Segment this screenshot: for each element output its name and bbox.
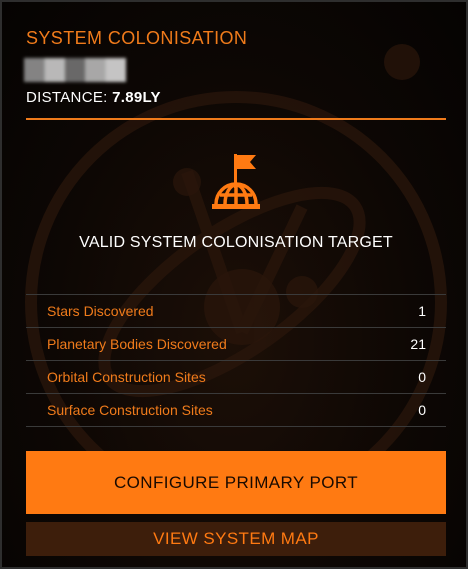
stat-label: Surface Construction Sites	[47, 402, 213, 418]
stat-value: 1	[418, 303, 426, 319]
stat-label: Stars Discovered	[47, 303, 154, 319]
stat-value: 0	[418, 369, 426, 385]
distance-value: 7.89LY	[112, 89, 161, 106]
stat-value: 21	[410, 336, 426, 352]
stats-table: Stars Discovered 1 Planetary Bodies Disc…	[26, 294, 446, 427]
configure-primary-port-button[interactable]: CONFIGURE PRIMARY PORT	[26, 451, 446, 514]
stat-row-orbital-sites: Orbital Construction Sites 0	[26, 361, 446, 394]
stat-row-planetary-bodies: Planetary Bodies Discovered 21	[26, 328, 446, 361]
stat-value: 0	[418, 402, 426, 418]
redacted-system-name	[24, 58, 126, 82]
stat-row-surface-sites: Surface Construction Sites 0	[26, 394, 446, 427]
header-divider	[26, 118, 446, 120]
view-system-map-button[interactable]: VIEW SYSTEM MAP	[26, 522, 446, 556]
distance-readout: DISTANCE: 7.89LY	[26, 89, 161, 106]
colonisation-panel: SYSTEM COLONISATION DISTANCE: 7.89LY VAL…	[0, 0, 468, 569]
stat-label: Orbital Construction Sites	[47, 369, 206, 385]
panel-title: SYSTEM COLONISATION	[26, 28, 248, 48]
stat-label: Planetary Bodies Discovered	[47, 336, 227, 352]
status-message: VALID SYSTEM COLONISATION TARGET	[79, 234, 393, 251]
colonisation-flag-icon	[212, 154, 260, 209]
distance-label: DISTANCE:	[26, 89, 108, 106]
stat-row-stars: Stars Discovered 1	[26, 295, 446, 328]
